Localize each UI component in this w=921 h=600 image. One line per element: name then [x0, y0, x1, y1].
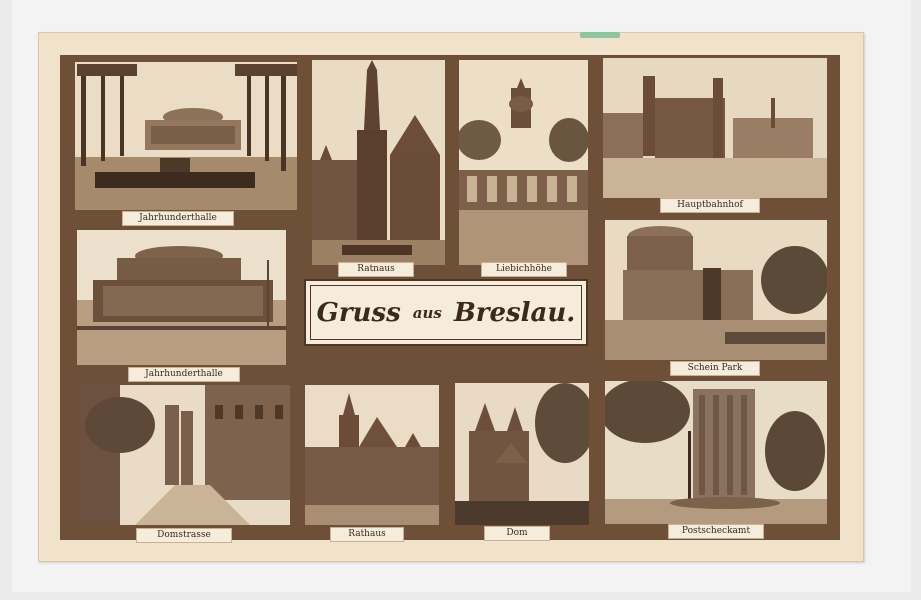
photo-hauptbahnhof	[603, 58, 827, 198]
caption-dom: Dom	[484, 526, 550, 541]
caption-liebichhoehe: Liebichhöhe	[481, 262, 567, 277]
title-word-aus: aus	[412, 303, 442, 322]
caption-hauptbahnhof: Hauptbahnhof	[660, 198, 760, 213]
caption-jahrhunderthalle-mid: Jahrhunderthalle	[128, 367, 240, 382]
photo-liebichhoehe	[459, 60, 588, 265]
caption-rathaus-top: Ratnaus	[338, 262, 414, 277]
photo-postscheckamt	[605, 381, 827, 524]
tape-sticker	[580, 32, 620, 38]
photo-dom	[455, 383, 589, 525]
caption-domstrasse: Domstrasse	[136, 528, 232, 543]
caption-jahrhunderthalle-top: Jahrhunderthalle	[122, 211, 234, 226]
photo-jahrhunderthalle-mid	[77, 230, 286, 365]
postcard-title-box: Gruss aus Breslau.	[304, 279, 588, 346]
caption-schein-park: Schein Park	[670, 361, 760, 376]
title-word-gruss: Gruss	[316, 297, 401, 328]
photo-schein-park	[605, 220, 827, 360]
caption-rathaus-bottom: Rathaus	[330, 527, 404, 542]
photo-domstrasse	[80, 385, 290, 525]
title-word-breslau: Breslau.	[453, 297, 576, 328]
photo-rathaus-bottom	[305, 385, 439, 525]
caption-postscheckamt: Postscheckamt	[668, 524, 764, 539]
postcard-title: Gruss aus Breslau.	[310, 285, 582, 340]
photo-jahrhunderthalle-top	[75, 62, 297, 210]
photo-rathaus-top	[312, 60, 445, 265]
